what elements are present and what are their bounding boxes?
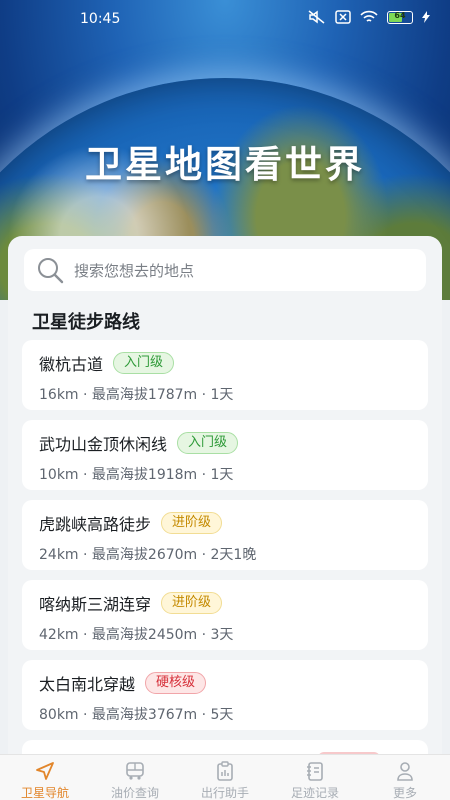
route-meta: 24km · 最高海拔2670m · 2天1晚: [39, 547, 257, 563]
status-icons: 64: [308, 10, 430, 24]
route-meta: 16km · 最高海拔1787m · 1天: [39, 387, 234, 403]
bus-icon: [123, 761, 147, 781]
notebook-icon: [303, 761, 327, 781]
charging-icon: [422, 11, 430, 23]
route-card[interactable]: 虎跳峡高路徒步 进阶级 24km · 最高海拔2670m · 2天1晚: [22, 500, 428, 570]
tab-travel-assistant[interactable]: 出行助手: [180, 755, 270, 800]
clipboard-icon: [213, 761, 237, 781]
tab-footprint-record[interactable]: 足迹记录: [270, 755, 360, 800]
route-meta: 10km · 最高海拔1918m · 1天: [39, 467, 234, 483]
route-name: 虎跳峡高路徒步: [39, 515, 152, 534]
no-sim-icon: [335, 10, 351, 24]
route-card[interactable]: 武功山金顶休闲线 入门级 10km · 最高海拔1918m · 1天: [22, 420, 428, 490]
difficulty-badge: 入门级: [113, 352, 175, 374]
tab-satellite-navigation[interactable]: 卫星导航: [0, 755, 90, 800]
tab-label: 油价查询: [110, 786, 159, 800]
route-list: 徽杭古道 入门级 16km · 最高海拔1787m · 1天 武功山金顶休闲线 …: [22, 340, 428, 766]
battery-level: 64: [394, 10, 406, 20]
section-title: 卫星徒步路线: [32, 312, 140, 333]
hero-title: 卫星地图看世界: [85, 143, 365, 186]
tab-fuel-price[interactable]: 油价查询: [90, 755, 180, 800]
status-bar: 10:45 64: [0, 0, 450, 38]
battery-icon: 64: [387, 10, 413, 24]
difficulty-badge: 入门级: [177, 432, 239, 454]
route-meta: 42km · 最高海拔2450m · 3天: [39, 627, 234, 643]
navigation-arrow-icon: [33, 761, 57, 781]
difficulty-badge: 进阶级: [161, 592, 223, 614]
bottom-tab-bar: 卫星导航 油价查询 出行助手 足迹记录 更多: [0, 754, 450, 800]
route-card[interactable]: 徽杭古道 入门级 16km · 最高海拔1787m · 1天: [22, 340, 428, 410]
difficulty-badge: 硬核级: [145, 672, 207, 694]
wifi-icon: [360, 10, 378, 24]
tab-label: 更多: [392, 786, 417, 800]
difficulty-badge: 进阶级: [161, 512, 223, 534]
tab-more[interactable]: 更多: [360, 755, 450, 800]
tab-label: 出行助手: [200, 786, 249, 800]
route-name: 太白南北穿越: [39, 675, 136, 694]
route-name: 喀纳斯三湖连穿: [39, 595, 152, 614]
tab-label: 卫星导航: [20, 786, 69, 800]
search-icon: [36, 255, 66, 285]
content-panel: 搜索您想去的地点 卫星徒步路线 徽杭古道 入门级 16km · 最高海拔1787…: [8, 236, 442, 766]
route-card[interactable]: 喀纳斯三湖连穿 进阶级 42km · 最高海拔2450m · 3天: [22, 580, 428, 650]
route-name: 徽杭古道: [39, 355, 104, 374]
tab-label: 足迹记录: [290, 786, 339, 800]
route-card[interactable]: 太白南北穿越 硬核级 80km · 最高海拔3767m · 5天: [22, 660, 428, 730]
mute-icon: [308, 10, 326, 24]
user-icon: [393, 761, 417, 781]
route-name: 武功山金顶休闲线: [39, 435, 168, 454]
route-meta: 80km · 最高海拔3767m · 5天: [39, 707, 234, 723]
search-input[interactable]: 搜索您想去的地点: [24, 249, 426, 291]
search-placeholder: 搜索您想去的地点: [74, 261, 195, 280]
status-time: 10:45: [80, 11, 121, 27]
